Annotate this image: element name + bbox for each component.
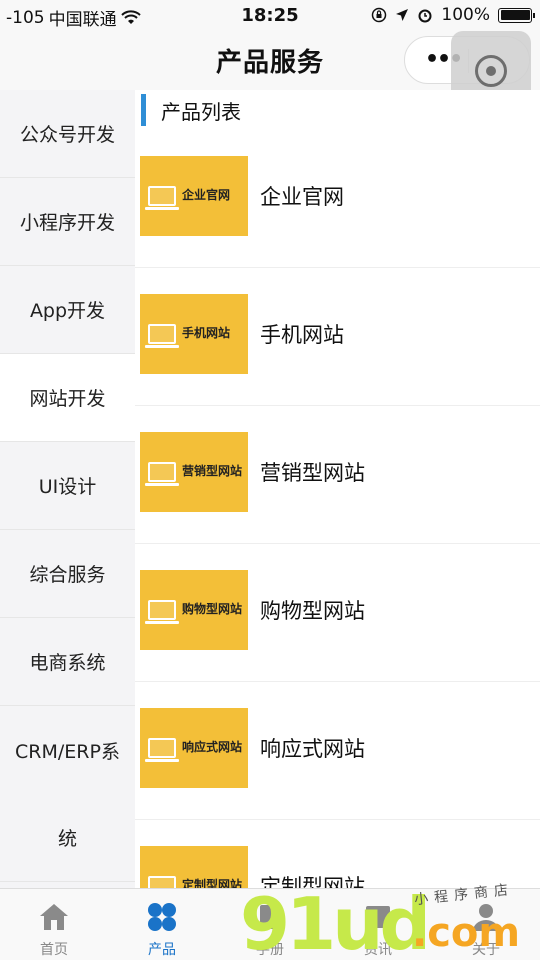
sidebar-item-website[interactable]: 网站开发 xyxy=(0,354,135,442)
laptop-icon xyxy=(148,876,176,888)
tab-about[interactable]: 关于 xyxy=(432,889,540,961)
sidebar-item-ecommerce[interactable]: 电商系统 xyxy=(0,618,135,706)
thumbnail-label: 手机网站 xyxy=(182,326,231,340)
product-thumbnail: 响应式网站 xyxy=(140,708,248,788)
product-name: 手机网站 xyxy=(260,323,344,347)
tab-news[interactable]: 资讯 xyxy=(324,889,432,961)
product-name: 营销型网站 xyxy=(260,461,365,485)
laptop-icon xyxy=(145,324,179,348)
thumbnail-label: 营销型网站 xyxy=(182,464,243,478)
sidebar-item-miniprogram[interactable]: 小程序开发 xyxy=(0,178,135,266)
product-thumbnail: 购物型网站 xyxy=(140,570,248,650)
product-thumbnail: 手机网站 xyxy=(140,294,248,374)
product-item[interactable]: 手机网站 手机网站 xyxy=(135,268,540,406)
status-right: 100% xyxy=(371,5,535,25)
home-icon xyxy=(40,904,68,930)
section-header: 产品列表 xyxy=(135,90,540,130)
thumbnail-label: 企业官网 xyxy=(182,188,231,202)
rotation-lock-icon xyxy=(372,7,387,23)
battery-icon xyxy=(498,7,535,23)
section-title: 产品列表 xyxy=(161,100,241,124)
person-icon xyxy=(473,904,499,931)
laptop-icon xyxy=(145,738,179,762)
laptop-icon xyxy=(145,186,179,210)
product-name: 购物型网站 xyxy=(260,599,365,623)
product-name: 定制型网站 xyxy=(260,875,365,888)
thumbnail-label: 购物型网站 xyxy=(182,602,243,616)
alarm-icon xyxy=(418,9,432,23)
product-item[interactable]: 响应式网站 响应式网站 xyxy=(135,682,540,820)
thumbnail-label: 响应式网站 xyxy=(182,740,243,754)
product-item[interactable]: 营销型网站 营销型网站 xyxy=(135,406,540,544)
tab-label: 资讯 xyxy=(364,942,392,958)
tab-manual[interactable]: 手册 xyxy=(216,889,324,961)
sidebar-item-app[interactable]: App开发 xyxy=(0,266,135,354)
news-icon xyxy=(366,906,390,928)
product-item[interactable]: 购物型网站 购物型网站 xyxy=(135,544,540,682)
tab-label: 产品 xyxy=(148,942,176,958)
sidebar-item-crm-erp[interactable]: CRM/ERP系 xyxy=(0,706,135,794)
sidebar-item-services[interactable]: 综合服务 xyxy=(0,530,135,618)
product-item[interactable]: 定制型网站 定制型网站 xyxy=(135,820,540,888)
category-sidebar: 公众号开发 小程序开发 App开发 网站开发 UI设计 综合服务 电商系统 CR… xyxy=(0,90,135,888)
section-accent-bar xyxy=(141,94,146,126)
nav-bar: 产品服务 ••• xyxy=(0,30,540,111)
tab-bar: 首页 产品 手册 资讯 关于 xyxy=(0,888,540,960)
thumbnail-label: 定制型网站 xyxy=(182,878,243,888)
tab-home[interactable]: 首页 xyxy=(0,889,108,961)
book-icon xyxy=(260,905,280,929)
tab-label: 手册 xyxy=(256,942,284,958)
location-icon xyxy=(396,9,409,21)
product-content: 产品列表 企业官网 企业官网 手机网站 手机网站 营销型网站 营销型网站 购物型… xyxy=(135,90,540,888)
laptop-icon xyxy=(145,600,179,624)
grid-icon xyxy=(148,903,176,931)
laptop-icon xyxy=(145,462,179,486)
tab-products[interactable]: 产品 xyxy=(108,889,216,961)
sidebar-item-ui-design[interactable]: UI设计 xyxy=(0,442,135,530)
product-thumbnail: 营销型网站 xyxy=(140,432,248,512)
tab-label: 关于 xyxy=(472,942,500,958)
sidebar-item-crm-erp-wrap[interactable]: 统 xyxy=(0,794,135,882)
close-circle-icon xyxy=(475,55,507,87)
status-bar: -105 中国联通 18:25 100% xyxy=(0,0,540,30)
product-thumbnail: 定制型网站 xyxy=(140,846,248,888)
product-thumbnail: 企业官网 xyxy=(140,156,248,236)
battery-percent: 100% xyxy=(441,5,490,25)
product-name: 企业官网 xyxy=(260,185,344,209)
sidebar-item-wechat-official[interactable]: 公众号开发 xyxy=(0,90,135,178)
product-name: 响应式网站 xyxy=(260,737,365,761)
miniprogram-capsule: ••• xyxy=(404,31,531,111)
tab-label: 首页 xyxy=(40,942,68,958)
product-item[interactable]: 企业官网 企业官网 xyxy=(135,130,540,268)
